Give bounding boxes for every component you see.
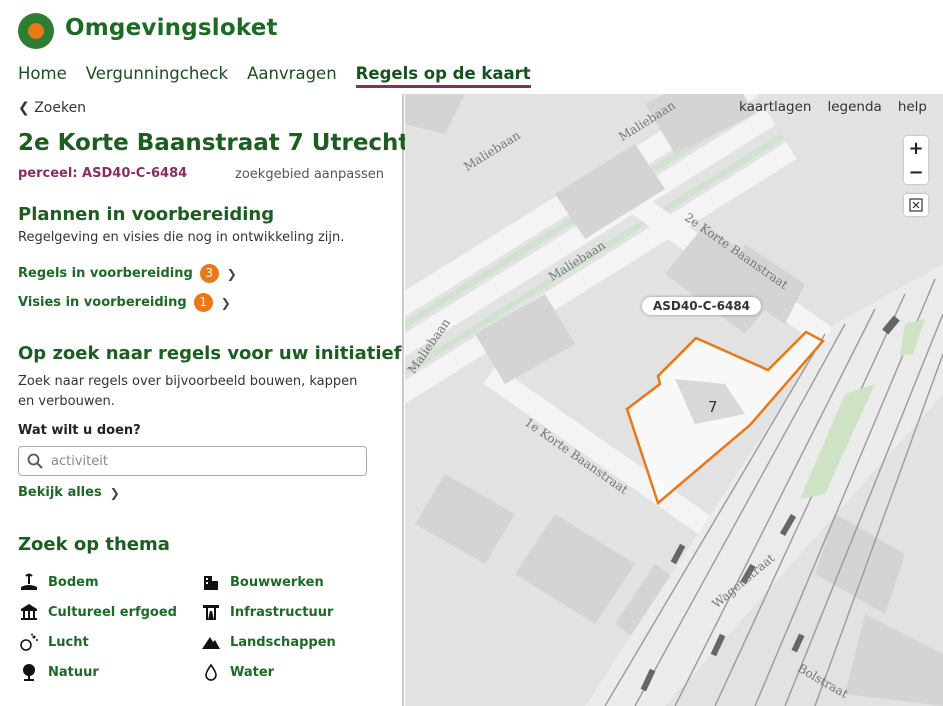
road-sign-icon [200, 602, 222, 622]
main-nav: Home Vergunningcheck Aanvragen Regels op… [18, 64, 550, 88]
theme-label: Cultureel erfgoed [48, 604, 177, 620]
bekijk-alles-label: Bekijk alles [18, 485, 102, 500]
zoom-out-button[interactable]: − [904, 160, 928, 184]
monument-icon [18, 602, 40, 622]
activity-search-box[interactable] [18, 446, 367, 476]
nav-vergunningcheck[interactable]: Vergunningcheck [86, 64, 228, 88]
brand-title[interactable]: Omgevingsloket [65, 15, 278, 41]
logo[interactable] [18, 13, 54, 49]
activity-search-input[interactable] [51, 453, 351, 469]
chevron-left-icon: ❮ [18, 100, 30, 116]
visies-count-badge: 1 [193, 293, 213, 312]
kaartlagen-button[interactable]: kaartlagen [739, 99, 811, 115]
wat-wilt-u-doen-label: Wat wilt u doen? [18, 423, 141, 438]
zoek-regels-heading: Op zoek naar regels voor uw initiatief [18, 343, 402, 364]
map-toolbar: kaartlagen legenda help [739, 99, 927, 115]
theme-label: Bodem [48, 574, 99, 590]
nav-regels-op-de-kaart[interactable]: Regels op de kaart [355, 64, 531, 88]
house-number: 7 [708, 398, 718, 416]
mountain-icon [200, 632, 222, 652]
chevron-right-icon: ❯ [109, 485, 120, 500]
parcel-label[interactable]: ASD40-C-6484 [642, 297, 762, 315]
back-link[interactable]: ❮ Zoeken [18, 100, 86, 116]
bodem-icon [18, 572, 40, 592]
zoek-regels-description: Zoek naar regels over bijvoorbeeld bouwe… [18, 374, 358, 409]
bekijk-alles-link[interactable]: Bekijk alles ❯ [18, 485, 120, 500]
theme-infrastructuur[interactable]: Infrastructuur [200, 602, 382, 622]
theme-natuur[interactable]: Natuur [18, 662, 200, 682]
visies-link-label: Visies in voorbereiding [18, 295, 187, 310]
theme-cultureel-erfgoed[interactable]: Cultureel erfgoed [18, 602, 200, 622]
address-title: 2e Korte Baanstraat 7 Utrecht [18, 130, 410, 156]
zoom-control: + − [904, 136, 928, 184]
theme-label: Infrastructuur [230, 604, 334, 620]
tree-icon [18, 662, 40, 682]
theme-list: Bodem Bouwwerken Cultureel erfgoed Infra… [18, 572, 388, 682]
nav-home[interactable]: Home [18, 64, 67, 88]
regels-count-badge: 3 [199, 264, 219, 283]
water-drop-icon [200, 662, 222, 682]
theme-bouwwerken[interactable]: Bouwwerken [200, 572, 382, 592]
map-canvas[interactable] [405, 94, 943, 706]
plannen-heading: Plannen in voorbereiding [18, 204, 275, 225]
regels-in-voorbereiding-link[interactable]: Regels in voorbereiding 3 ❯ [18, 264, 237, 283]
expand-icon [909, 198, 923, 212]
theme-lucht[interactable]: Lucht [18, 632, 200, 652]
logo-dot [28, 23, 44, 39]
plannen-description: Regelgeving en visies die nog in ontwikk… [18, 230, 345, 245]
perceel-id: perceel: ASD40-C-6484 [18, 166, 188, 181]
visies-in-voorbereiding-link[interactable]: Visies in voorbereiding 1 ❯ [18, 293, 231, 312]
theme-label: Bouwwerken [230, 574, 324, 590]
legenda-button[interactable]: legenda [827, 99, 881, 115]
theme-landschappen[interactable]: Landschappen [200, 632, 382, 652]
chevron-right-icon: ❯ [226, 266, 237, 281]
back-label: Zoeken [34, 100, 87, 116]
theme-label: Landschappen [230, 634, 336, 650]
air-icon [18, 632, 40, 652]
regels-link-label: Regels in voorbereiding [18, 266, 193, 281]
zoom-to-extent-button[interactable] [904, 194, 928, 216]
help-button[interactable]: help [898, 99, 927, 115]
theme-label: Water [230, 664, 275, 680]
search-icon [27, 453, 43, 469]
theme-bodem[interactable]: Bodem [18, 572, 200, 592]
thema-heading: Zoek op thema [18, 534, 170, 555]
theme-water[interactable]: Water [200, 662, 382, 682]
building-icon [200, 572, 222, 592]
map-view[interactable]: Maliebaan Maliebaan Maliebaan Maliebaan … [405, 94, 943, 706]
zoom-in-button[interactable]: + [904, 136, 928, 160]
theme-label: Natuur [48, 664, 99, 680]
header: Omgevingsloket Home Vergunningcheck Aanv… [0, 0, 943, 94]
theme-label: Lucht [48, 634, 89, 650]
sidebar: ❮ Zoeken 2e Korte Baanstraat 7 Utrecht p… [0, 94, 409, 706]
nav-aanvragen[interactable]: Aanvragen [247, 64, 337, 88]
chevron-right-icon: ❯ [220, 295, 231, 310]
zoekgebied-aanpassen-link[interactable]: zoekgebied aanpassen [235, 167, 384, 182]
